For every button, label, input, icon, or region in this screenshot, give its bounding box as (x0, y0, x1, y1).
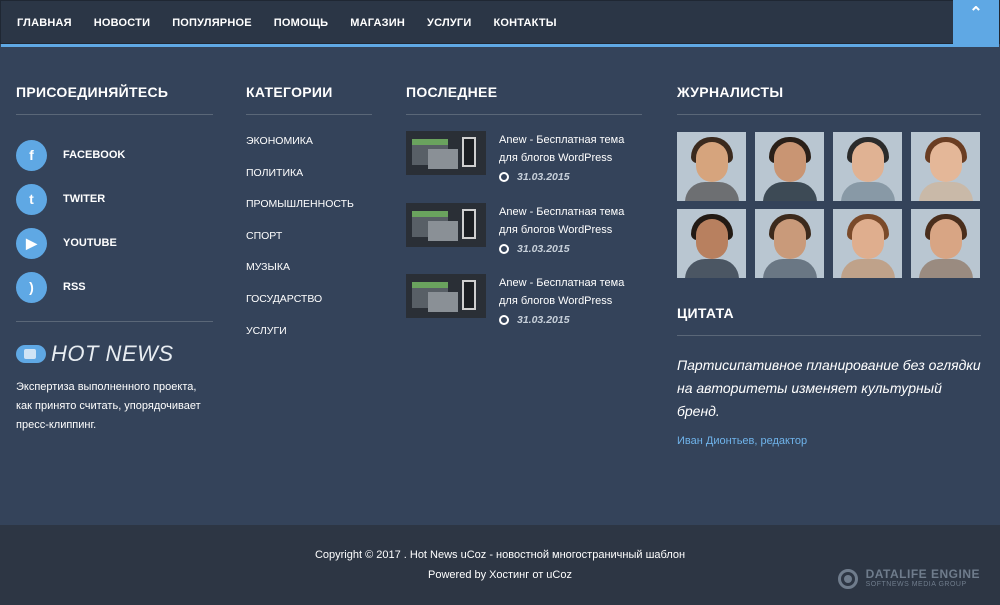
post-title[interactable]: Anew - Бесплатная тема для блогов WordPr… (499, 274, 642, 310)
quote-author[interactable]: Иван Дионтьев, редактор (677, 435, 981, 447)
post-item: Anew - Бесплатная тема для блогов WordPr… (406, 202, 642, 275)
logo-text: HOT NEWS (51, 341, 174, 366)
datalife-engine-logo[interactable]: DATALIFE ENGINE SOFTNEWS MEDIA GROUP (837, 567, 980, 589)
category-economy[interactable]: ЭКОНОМИКА (246, 135, 372, 167)
category-music[interactable]: МУЗЫКА (246, 261, 372, 293)
category-services[interactable]: УСЛУГИ (246, 325, 372, 357)
quote-text: Партисипативное планирование без оглядки… (677, 357, 981, 419)
category-politics[interactable]: ПОЛИТИКА (246, 167, 372, 199)
nav-item-contacts[interactable]: КОНТАКТЫ (493, 17, 556, 29)
journalists-column: ЖУРНАЛИСТЫ ЦИТАТА Партисипативное планир… (677, 84, 981, 447)
social-link-rss[interactable]: ) RSS (16, 265, 213, 309)
dle-icon (837, 568, 858, 589)
post-date: 31.03.2015 (499, 314, 642, 326)
dle-subtitle: SOFTNEWS MEDIA GROUP (865, 581, 967, 588)
category-state[interactable]: ГОСУДАРСТВО (246, 293, 372, 325)
footer-copyright: Copyright © 2017 . Hot News uCoz - новос… (314, 549, 686, 561)
hot-news-logo[interactable]: HOT NEWS (16, 341, 213, 366)
categories-heading: КАТЕГОРИИ (246, 84, 372, 115)
about-text: Экспертиза выполненного проекта, как при… (16, 381, 201, 431)
clock-icon (499, 243, 509, 254)
nav-item-shop[interactable]: МАГАЗИН (350, 17, 405, 29)
post-date: 31.03.2015 (499, 243, 642, 255)
post-item: Anew - Бесплатная тема для блогов WordPr… (406, 274, 642, 346)
social-label[interactable]: YOUTUBE (63, 237, 117, 249)
post-thumbnail[interactable] (406, 202, 486, 247)
social-links: f FACEBOOK t TWITER ▶ YOUTUBE ) RSS (16, 133, 213, 309)
journalist-photo[interactable] (833, 209, 902, 278)
social-link-facebook[interactable]: f FACEBOOK (16, 133, 213, 177)
journalist-photo[interactable] (911, 132, 980, 201)
join-column: ПРИСОЕДИНЯЙТЕСЬ f FACEBOOK t TWITER ▶ YO… (16, 84, 213, 435)
social-link-twitter[interactable]: t TWITER (16, 177, 213, 221)
dle-title: DATALIFE ENGINE (865, 567, 980, 581)
top-navigation: ГЛАВНАЯ НОВОСТИ ПОПУЛЯРНОЕ ПОМОЩЬ МАГАЗИ… (0, 0, 1000, 47)
post-date: 31.03.2015 (499, 171, 642, 183)
social-label[interactable]: RSS (63, 281, 86, 293)
post-title[interactable]: Anew - Бесплатная тема для блогов WordPr… (499, 203, 642, 239)
facebook-icon[interactable]: f (16, 139, 47, 171)
social-label[interactable]: TWITER (63, 193, 105, 205)
social-link-youtube[interactable]: ▶ YOUTUBE (16, 221, 213, 265)
post-title[interactable]: Anew - Бесплатная тема для блогов WordPr… (499, 131, 642, 167)
divider (16, 321, 213, 322)
latest-heading: ПОСЛЕДНЕЕ (406, 84, 642, 115)
social-label[interactable]: FACEBOOK (63, 149, 125, 161)
latest-posts: Anew - Бесплатная тема для блогов WordPr… (406, 131, 642, 346)
journalist-photo[interactable] (677, 132, 746, 201)
nav-item-home[interactable]: ГЛАВНАЯ (17, 17, 72, 29)
quote-heading: ЦИТАТА (677, 305, 981, 336)
post-item: Anew - Бесплатная тема для блогов WordPr… (406, 131, 642, 203)
nav-item-popular[interactable]: ПОПУЛЯРНОЕ (172, 17, 252, 29)
clock-icon (499, 172, 509, 182)
rss-icon[interactable]: ) (16, 271, 47, 303)
logo-icon (16, 345, 46, 363)
join-heading: ПРИСОЕДИНЯЙТЕСЬ (16, 84, 213, 115)
journalist-photo[interactable] (755, 209, 824, 278)
journalists-heading: ЖУРНАЛИСТЫ (677, 84, 981, 115)
journalist-photo[interactable] (833, 132, 902, 201)
nav-item-news[interactable]: НОВОСТИ (94, 17, 150, 29)
nav-menu: ГЛАВНАЯ НОВОСТИ ПОПУЛЯРНОЕ ПОМОЩЬ МАГАЗИ… (1, 1, 999, 45)
categories-column: КАТЕГОРИИ ЭКОНОМИКА ПОЛИТИКА ПРОМЫШЛЕННО… (246, 84, 372, 356)
category-sport[interactable]: СПОРТ (246, 230, 372, 262)
youtube-icon[interactable]: ▶ (16, 227, 47, 259)
latest-column: ПОСЛЕДНЕЕ Anew - Бесплатная тема для бло… (406, 84, 642, 346)
post-thumbnail[interactable] (406, 131, 486, 175)
scroll-top-button[interactable]: ⌃ (953, 0, 999, 46)
chevron-up-icon: ⌃ (969, 5, 983, 22)
journalist-photo[interactable] (677, 209, 746, 278)
footer: Copyright © 2017 . Hot News uCoz - новос… (0, 525, 1000, 605)
twitter-icon[interactable]: t (16, 183, 47, 215)
nav-item-help[interactable]: ПОМОЩЬ (274, 17, 329, 29)
clock-icon (499, 315, 509, 325)
nav-accent-bar (1, 44, 999, 47)
category-industry[interactable]: ПРОМЫШЛЕННОСТЬ (246, 198, 372, 230)
nav-item-services[interactable]: УСЛУГИ (427, 17, 471, 29)
categories-list: ЭКОНОМИКА ПОЛИТИКА ПРОМЫШЛЕННОСТЬ СПОРТ … (246, 135, 372, 356)
journalist-photo[interactable] (911, 209, 980, 278)
journalists-grid (677, 132, 981, 278)
post-thumbnail[interactable] (406, 274, 486, 318)
journalist-photo[interactable] (755, 132, 824, 201)
